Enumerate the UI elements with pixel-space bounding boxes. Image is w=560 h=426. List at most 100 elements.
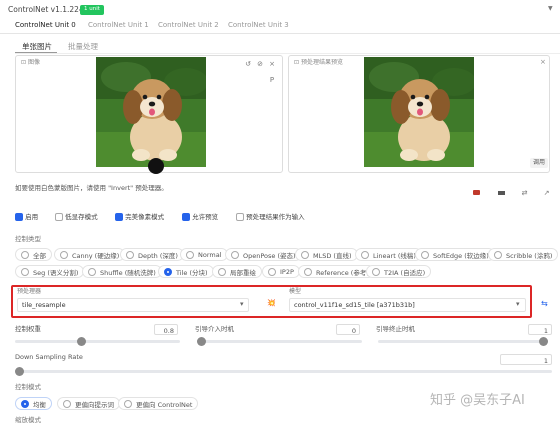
start-step-slider[interactable] [197, 337, 362, 346]
model-label: 模型 [289, 288, 302, 295]
control-weight-value[interactable]: 0.8 [154, 324, 178, 335]
downsampling-value[interactable]: 1 [500, 354, 552, 365]
preview-panel-label: ⊡ 预处理结果预览 [294, 59, 343, 66]
radio-icon[interactable] [494, 250, 502, 259]
start-step-value[interactable]: 0 [336, 324, 360, 335]
option-preview-as-input[interactable]: 预处理结果作为输入 [236, 213, 305, 221]
checkbox-icon[interactable] [115, 213, 123, 221]
tab-unit-0[interactable]: ControlNet Unit 0 [15, 22, 76, 29]
radio-icon[interactable] [21, 399, 29, 408]
control-type-lineart[interactable]: Lineart (线稿) [355, 248, 422, 261]
start-step-label: 引导介入时机 [195, 325, 234, 333]
control-type-shuffle[interactable]: Shuffle (随机洗牌) [82, 265, 162, 278]
swap-icon[interactable]: ⇄ [518, 186, 531, 199]
radio-icon[interactable] [304, 267, 312, 276]
run-preprocessor-icon[interactable]: 💥 [267, 300, 276, 307]
control-type-label: 控制类型 [15, 235, 41, 243]
radio-icon[interactable] [124, 399, 132, 408]
collapse-icon[interactable]: ▼ [548, 6, 553, 12]
radio-icon[interactable] [63, 399, 71, 408]
watermark: 知乎 @吴东子AI [430, 393, 525, 408]
minus-icon[interactable] [495, 186, 508, 199]
option-allow-preview[interactable]: 允许预览 [182, 213, 218, 221]
tab-unit-3[interactable]: ControlNet Unit 3 [228, 22, 289, 29]
reset-icon[interactable]: ↺ [243, 59, 253, 69]
canvas-cursor-icon [148, 158, 164, 174]
control-type-t2ia[interactable]: T2IA (自适应) [366, 265, 432, 278]
control-weight-slider[interactable] [15, 337, 180, 346]
radio-icon[interactable] [301, 250, 309, 259]
clear-icon[interactable]: ⊘ [255, 59, 265, 69]
preview-label-icon: ⊡ [294, 59, 301, 66]
image-panel-label: ⊡ 图像 [21, 59, 40, 66]
end-step-label: 引导终止时机 [376, 325, 415, 333]
option-pixel-perfect[interactable]: 完美像素模式 [115, 213, 164, 221]
option-low-vram[interactable]: 低显存模式 [55, 213, 98, 221]
tab-batch[interactable]: 批量处理 [68, 43, 98, 51]
preview-close-icon[interactable]: × [540, 59, 546, 66]
control-mode-prompt[interactable]: 更偏向提示词 [57, 397, 120, 410]
downsampling-thumb[interactable] [15, 367, 24, 376]
control-type-seg[interactable]: Seg (语义分割) [15, 265, 85, 278]
control-type-ip2p[interactable]: IP2P [262, 265, 300, 278]
checkbox-icon[interactable] [182, 213, 190, 221]
close-icon[interactable]: × [267, 59, 277, 69]
control-type-canny[interactable]: Canny (硬边缘) [54, 248, 126, 261]
unit-count-badge: 1 unit [80, 5, 104, 15]
model-chevron-down-icon[interactable]: ▾ [516, 301, 520, 308]
camera-icon[interactable] [470, 186, 483, 199]
control-weight-thumb[interactable] [77, 337, 87, 346]
control-weight-label: 控制权重 [15, 325, 41, 333]
sub-tab-divider [15, 53, 560, 54]
control-type-openpose[interactable]: OpenPose (姿态) [225, 248, 302, 261]
arrow-icon[interactable]: ↗ [540, 186, 553, 199]
end-step-thumb[interactable] [539, 337, 548, 346]
refresh-models-icon[interactable]: ⇆ [541, 300, 548, 308]
radio-icon[interactable] [164, 267, 172, 276]
controlnet-title[interactable]: ControlNet v1.1.224 [8, 6, 84, 14]
radio-icon[interactable] [88, 267, 96, 276]
downsampling-label: Down Sampling Rate [15, 353, 83, 361]
control-type-depth[interactable]: Depth (深度) [120, 248, 184, 261]
checkbox-icon[interactable] [55, 213, 63, 221]
radio-icon[interactable] [60, 250, 68, 259]
control-type-all[interactable]: 全部 [15, 248, 52, 261]
radio-icon[interactable] [372, 267, 380, 276]
tab-unit-2[interactable]: ControlNet Unit 2 [158, 22, 219, 29]
preprocessor-chevron-down-icon[interactable]: ▾ [240, 301, 244, 308]
checkbox-icon[interactable] [15, 213, 23, 221]
preview-corner-button[interactable]: 调用 [530, 158, 549, 168]
control-mode-balanced[interactable]: 均衡 [15, 397, 52, 410]
control-type-normal[interactable]: Normal [180, 248, 228, 261]
control-type-mlsd[interactable]: MLSD (直线) [295, 248, 358, 261]
control-type-reference[interactable]: Reference (参考) [298, 265, 375, 278]
radio-icon[interactable] [268, 267, 276, 276]
radio-icon[interactable] [186, 250, 194, 259]
radio-icon[interactable] [126, 250, 134, 259]
radio-icon[interactable] [21, 250, 29, 259]
preview-dog-image [364, 57, 474, 167]
radio-icon[interactable] [421, 250, 429, 259]
control-mode-controlnet[interactable]: 更偏向 ControlNet [118, 397, 199, 410]
radio-icon[interactable] [218, 267, 226, 276]
radio-icon[interactable] [231, 250, 239, 259]
control-type-tile[interactable]: Tile (分块) [158, 265, 214, 278]
model-value: control_v11f1e_sd15_tile [a371b31b] [294, 301, 415, 309]
radio-icon[interactable] [361, 250, 369, 259]
start-step-thumb[interactable] [197, 337, 206, 346]
end-step-value[interactable]: 1 [528, 324, 552, 335]
control-type-scribble[interactable]: Scribble (涂鸦) [488, 248, 559, 261]
option-enable[interactable]: 启用 [15, 213, 38, 221]
control-type-softedge[interactable]: SoftEdge (软边缘) [415, 248, 495, 261]
tab-unit-1[interactable]: ControlNet Unit 1 [88, 22, 149, 29]
checkbox-icon[interactable] [236, 213, 244, 221]
resize-mode-label: 缩放模式 [15, 416, 41, 424]
end-step-slider[interactable] [378, 337, 548, 346]
radio-icon[interactable] [21, 267, 29, 276]
preprocessor-label: 预处理器 [17, 288, 42, 295]
invert-hint: 如要使用白色蒙版图片，请使用 "Invert" 预处理器。 [15, 184, 168, 192]
tab-single-image[interactable]: 单张图片 [22, 43, 52, 51]
control-type-inpaint[interactable]: 局部重绘 [212, 265, 262, 278]
downsampling-slider[interactable] [15, 367, 552, 376]
brush-icon[interactable]: P [267, 75, 277, 85]
